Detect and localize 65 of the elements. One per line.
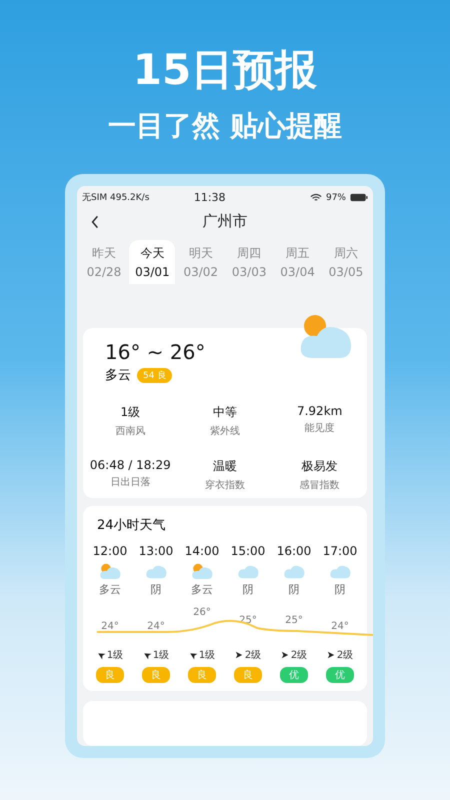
hour-condition: 多云 xyxy=(99,582,121,598)
day-tab[interactable]: 今天 03/01 xyxy=(129,240,176,284)
hour-condition: 阴 xyxy=(242,582,254,598)
wind-arrow-icon xyxy=(234,651,243,660)
stat-value: 7.92km xyxy=(296,404,342,418)
battery-percent: 97% xyxy=(326,192,346,202)
stat-value: 06:48 / 18:29 xyxy=(90,458,171,472)
hour-time: 15:00 xyxy=(230,544,266,558)
partly-cloudy-icon xyxy=(190,562,214,580)
hour-temperature: 24° xyxy=(331,621,349,632)
hour-temperature: 24° xyxy=(147,621,165,632)
hour-time: 12:00 xyxy=(92,544,128,558)
hour-time: 17:00 xyxy=(322,544,358,558)
air-quality-badge: 良 xyxy=(96,667,124,684)
wind-level: 1级 xyxy=(198,649,216,662)
city-title: 广州市 xyxy=(202,212,248,232)
stat-value: 1级 xyxy=(120,404,140,422)
day-tab[interactable]: 周四 03/03 xyxy=(226,240,272,284)
temperature-range: 16° ~ 26° xyxy=(104,340,206,364)
stat-label: 日出日落 xyxy=(110,476,150,490)
hour-condition: 阴 xyxy=(288,582,300,598)
battery-icon xyxy=(350,193,368,202)
hour-condition: 阴 xyxy=(334,582,346,598)
day-tab[interactable]: 昨天 02/28 xyxy=(81,240,127,284)
stat-label: 西南风 xyxy=(115,424,146,438)
headline: 15日预报 xyxy=(132,44,318,96)
day-tab[interactable]: 周五 03/04 xyxy=(274,240,321,284)
weather-condition: 多云 xyxy=(105,367,131,384)
wind-arrow-icon xyxy=(326,651,335,660)
air-quality-badge: 54 良 xyxy=(137,368,172,383)
hour-time: 14:00 xyxy=(184,544,220,558)
day-tab[interactable]: 周六 03/05 xyxy=(322,240,369,284)
back-icon[interactable] xyxy=(91,214,99,229)
air-quality-badge: 良 xyxy=(234,667,262,684)
wifi-icon xyxy=(310,193,322,202)
air-quality-badge: 优 xyxy=(326,667,354,684)
hourly-title: 24小时天气 xyxy=(96,517,167,534)
wind-level: 1级 xyxy=(106,649,124,662)
hour-temperature: 24° xyxy=(101,621,119,632)
stat-value: 温暖 xyxy=(212,458,237,476)
status-time: 11:38 xyxy=(192,191,227,204)
air-quality-badge: 优 xyxy=(280,667,308,684)
stat-label: 穿衣指数 xyxy=(204,478,245,492)
wind-level: 2级 xyxy=(244,649,262,662)
partly-cloudy-icon xyxy=(98,562,122,580)
wind-level: 2级 xyxy=(290,649,308,662)
wind-level: 2级 xyxy=(336,649,354,662)
stat-label: 能见度 xyxy=(304,422,335,436)
subtitle: 一目了然 贴心提醒 xyxy=(108,108,342,144)
wind-arrow-icon xyxy=(280,651,289,660)
stat-value: 极易发 xyxy=(302,458,338,476)
status-carrier: 无SIM 495.2K/s xyxy=(82,192,150,204)
hour-temperature: 25° xyxy=(285,615,303,626)
stat-label: 感冒指数 xyxy=(300,478,340,492)
hour-temperature: 26° xyxy=(193,607,211,618)
day-tab[interactable]: 明天 03/02 xyxy=(178,240,224,284)
hour-time: 16:00 xyxy=(276,544,312,558)
wind-level: 1级 xyxy=(152,649,170,662)
hour-time: 13:00 xyxy=(138,544,174,558)
stat-label: 紫外线 xyxy=(210,424,240,438)
stat-value: 中等 xyxy=(212,404,237,422)
hour-condition: 阴 xyxy=(150,582,162,598)
air-quality-badge: 良 xyxy=(188,667,216,684)
hour-condition: 多云 xyxy=(191,582,213,598)
air-quality-badge: 良 xyxy=(142,667,170,684)
